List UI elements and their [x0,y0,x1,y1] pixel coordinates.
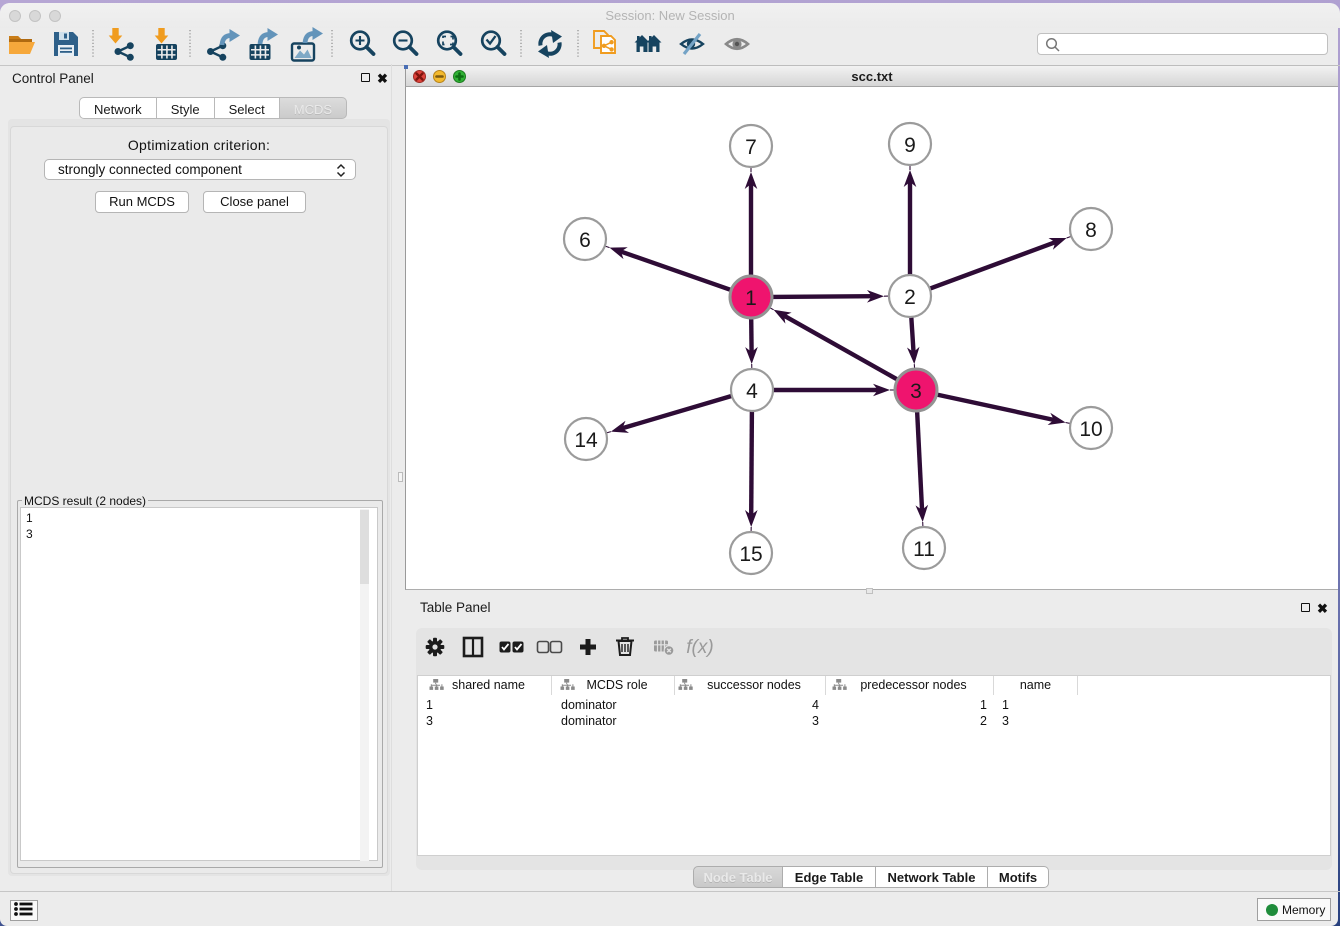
svg-text:4: 4 [746,380,758,403]
svg-text:1: 1 [745,287,757,310]
svg-text:8: 8 [1085,219,1097,242]
svg-text:10: 10 [1079,418,1102,441]
svg-text:2: 2 [904,286,916,309]
svg-text:11: 11 [913,538,935,561]
svg-text:15: 15 [739,543,762,566]
svg-text:7: 7 [745,136,757,159]
svg-text:3: 3 [910,380,922,403]
svg-text:6: 6 [579,229,591,252]
svg-text:14: 14 [574,429,598,452]
svg-text:9: 9 [904,134,916,157]
